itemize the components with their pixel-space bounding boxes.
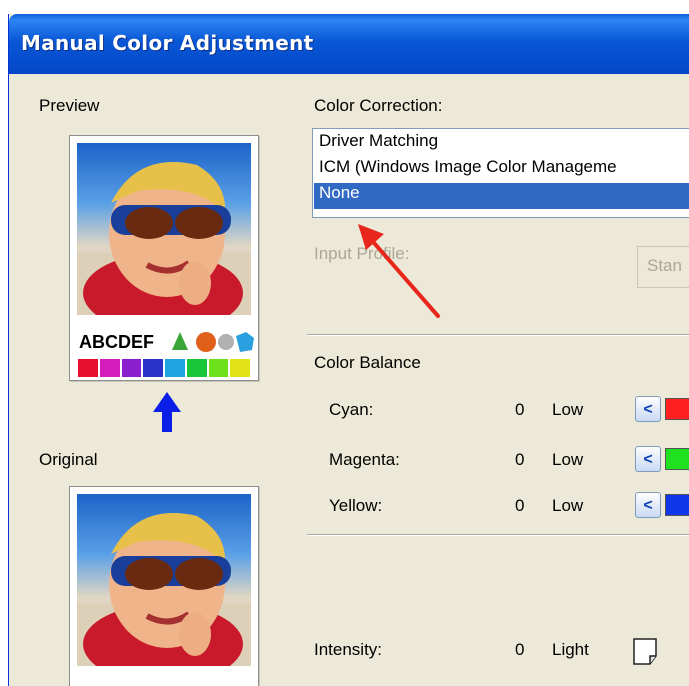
cyan-level: Low	[552, 400, 584, 419]
yellow-bar	[665, 494, 689, 516]
intensity-label: Intensity:	[314, 640, 383, 659]
original-thumbnail: ABCDEF	[69, 486, 259, 686]
preview-thumbnail: ABCDEF	[69, 135, 259, 381]
magenta-bar	[665, 448, 689, 470]
yellow-level: Low	[552, 496, 584, 515]
preview-sample-text: ABCDEF	[79, 332, 154, 352]
manual-color-adjustment-dialog: Manual Color Adjustment Preview ABCDEF O…	[8, 14, 689, 686]
cyan-bar	[665, 398, 689, 420]
yellow-decrease-button[interactable]: <	[635, 492, 661, 518]
preview-color-swatches	[78, 359, 252, 377]
cyan-value: 0	[515, 400, 525, 419]
magenta-level: Low	[552, 450, 584, 469]
arrow-up-icon	[153, 392, 181, 432]
listbox-item-icm[interactable]: ICM (Windows Image Color Manageme	[319, 157, 617, 177]
listbox-item-none[interactable]: None	[314, 183, 689, 209]
input-profile-dropdown[interactable]: Stan	[637, 246, 689, 288]
intensity-level: Light	[552, 640, 589, 659]
original-label: Original	[39, 450, 98, 469]
swatch	[230, 359, 250, 377]
separator	[307, 534, 689, 536]
magenta-value: 0	[515, 450, 525, 469]
input-profile-value: Stan	[647, 256, 682, 275]
yellow-value: 0	[515, 496, 525, 515]
cyan-label: Cyan:	[329, 400, 374, 419]
preview-photo	[77, 143, 251, 315]
title-bar[interactable]: Manual Color Adjustment	[9, 14, 689, 74]
swatch	[143, 359, 163, 377]
swatch	[99, 359, 120, 377]
swatch	[121, 359, 142, 377]
magenta-label: Magenta:	[329, 450, 400, 469]
page-light-icon	[633, 638, 657, 665]
listbox-item-driver-matching[interactable]: Driver Matching	[319, 131, 438, 151]
dialog-title: Manual Color Adjustment	[21, 31, 314, 55]
intensity-value: 0	[515, 640, 525, 659]
swatch	[208, 359, 229, 377]
swatch	[78, 359, 98, 377]
swatch	[186, 359, 207, 377]
color-balance-label: Color Balance	[314, 353, 421, 372]
annotation-red-arrow	[358, 224, 440, 318]
original-photo	[77, 494, 251, 666]
preview-label: Preview	[39, 96, 100, 115]
cyan-decrease-button[interactable]: <	[635, 396, 661, 422]
magenta-decrease-button[interactable]: <	[635, 446, 661, 472]
swatch	[165, 359, 185, 377]
color-correction-label: Color Correction:	[314, 96, 443, 115]
separator	[307, 334, 689, 336]
yellow-label: Yellow:	[329, 496, 383, 515]
color-correction-listbox[interactable]: Driver Matching ICM (Windows Image Color…	[312, 128, 689, 218]
sample-shapes-icon	[172, 332, 254, 352]
